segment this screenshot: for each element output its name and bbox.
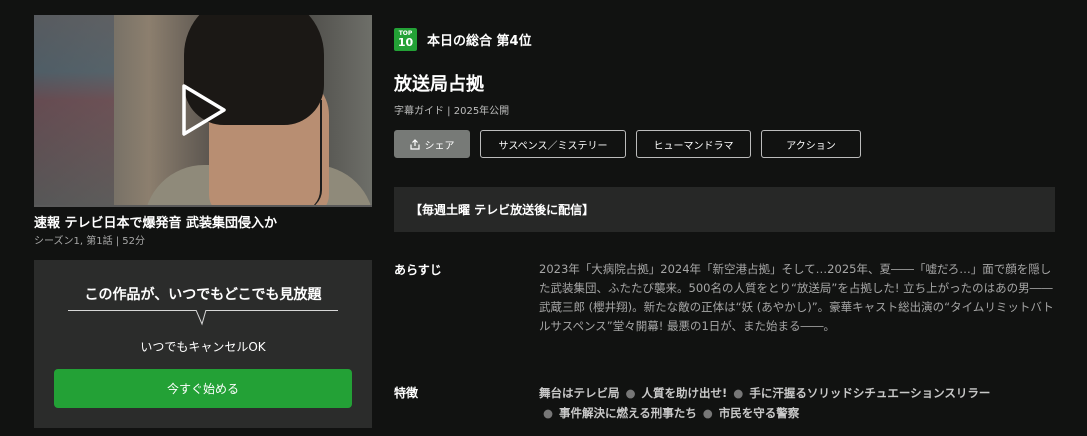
bullet-separator: ●	[625, 386, 636, 400]
genre-tag-action[interactable]: アクション	[761, 130, 861, 158]
subscription-promo: この作品が、いつでもどこでも見放題 いつでもキャンセルOK 今すぐ始める	[34, 260, 372, 428]
badge-number-text: 10	[397, 36, 414, 49]
share-label: シェア	[424, 140, 455, 152]
feature-item[interactable]: 事件解決に燃える刑事たち	[559, 406, 697, 420]
feature-item[interactable]: 人質を助け出せ!	[642, 386, 728, 400]
synopsis-label: あらすじ	[394, 263, 442, 277]
speech-bubble-tail	[196, 310, 207, 326]
episode-title[interactable]: 速報 テレビ日本で爆発音 武装集団侵入か	[34, 215, 372, 233]
thumbnail-earphone-cord	[302, 100, 322, 205]
bullet-separator: ●	[733, 386, 744, 400]
ranking-text: 本日の総合 第4位	[427, 34, 532, 49]
genre-tag-suspense[interactable]: サスペンス／ミステリー	[480, 130, 626, 158]
start-now-button[interactable]: 今すぐ始める	[54, 369, 352, 408]
ranking-row: TOP 10 本日の総合 第4位	[394, 28, 532, 51]
play-icon[interactable]	[180, 83, 228, 137]
feature-item[interactable]: 舞台はテレビ局	[539, 386, 620, 400]
episode-meta: シーズン1, 第1話 | 52分	[34, 236, 146, 247]
genre-tag-human-drama[interactable]: ヒューマンドラマ	[636, 130, 751, 158]
show-title: 放送局占拠	[394, 74, 484, 95]
features-label: 特徴	[394, 386, 419, 400]
episode-thumbnail[interactable]	[34, 15, 372, 205]
bullet-separator: ●	[702, 406, 713, 420]
promo-headline: この作品が、いつでもどこでも見放題	[84, 287, 322, 303]
promo-subtext: いつでもキャンセルOK	[140, 340, 266, 354]
share-icon	[409, 138, 420, 150]
feature-item[interactable]: 手に汗握るソリッドシチュエーションスリラー	[749, 386, 990, 400]
delivery-notice: 【毎週土曜 テレビ放送後に配信】	[394, 187, 1055, 232]
top10-badge-icon: TOP 10	[394, 28, 417, 51]
thumbnail-background	[34, 15, 114, 205]
feature-item[interactable]: 市民を守る警察	[719, 406, 800, 420]
show-meta: 字幕ガイド | 2025年公開	[394, 106, 510, 117]
action-tag-row: シェア サスペンス／ミステリー ヒューマンドラマ アクション	[394, 130, 871, 158]
share-button[interactable]: シェア	[394, 130, 470, 158]
episode-card[interactable]: 速報 テレビ日本で爆発音 武装集団侵入か シーズン1, 第1話 | 52分	[34, 15, 372, 249]
features-list: 舞台はテレビ局 ● 人質を助け出せ! ● 手に汗握るソリッドシチュエーションスリラー ●…	[539, 383, 1059, 423]
bullet-separator: ●	[543, 406, 554, 420]
episode-progress-bar	[34, 205, 372, 207]
synopsis-text: 2023年「大病院占拠」2024年「新空港占拠」そして…2025年、夏――「嘘だ…	[539, 262, 1054, 333]
